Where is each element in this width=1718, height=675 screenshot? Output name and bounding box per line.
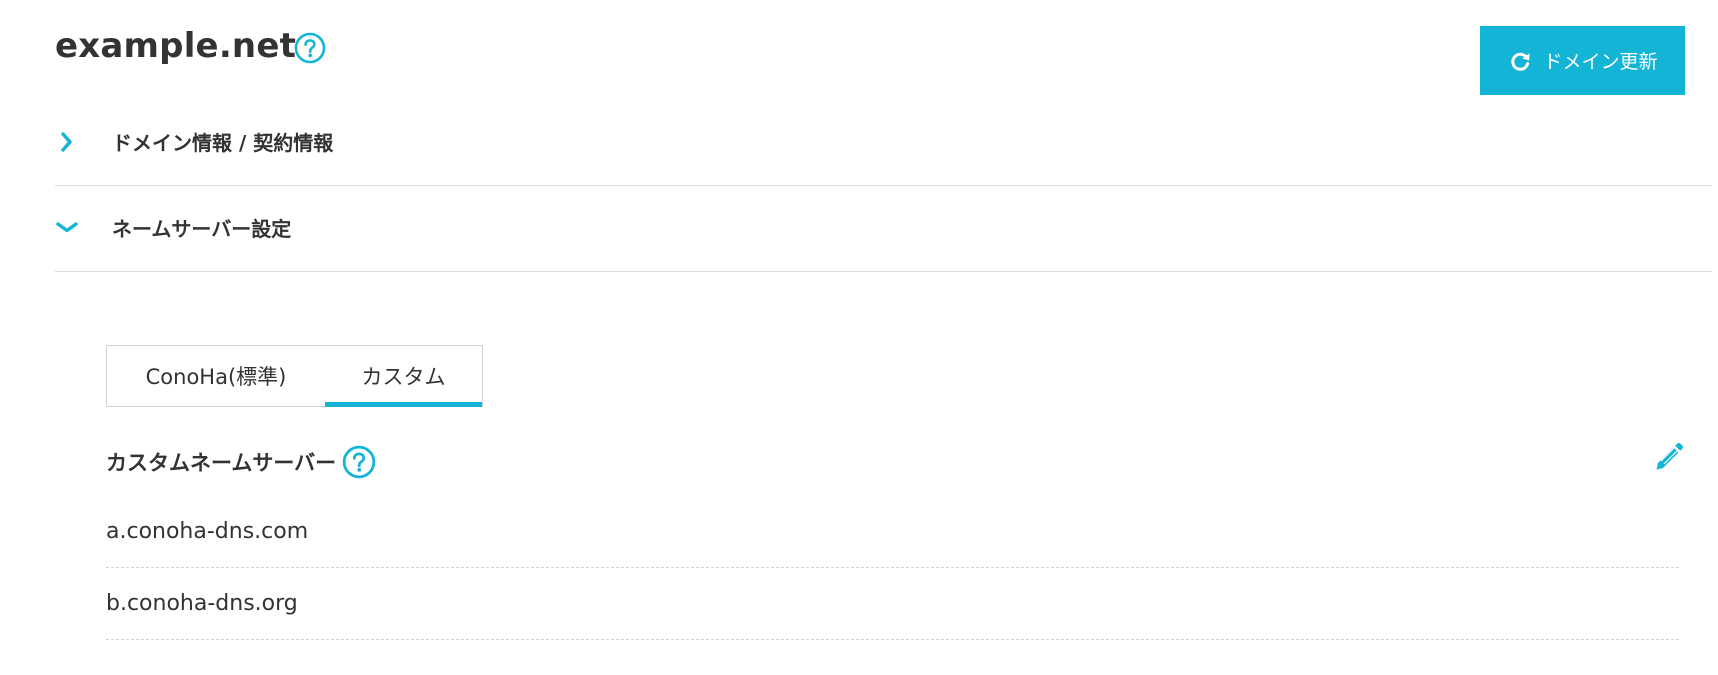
redo-arrow-icon (1507, 48, 1533, 74)
custom-nameserver-title: カスタムネームサーバー (106, 451, 337, 475)
renew-domain-button[interactable]: ドメイン更新 (1480, 26, 1685, 95)
nameserver-tabs: ConoHa(標準) カスタム (106, 345, 483, 407)
domain-detail-page: example.net ドメイン更新 ドメイン情報 / 契約情報 ネームサーバー… (0, 0, 1718, 675)
chevron-right-icon (55, 130, 79, 154)
section-nameserver-label: ネームサーバー設定 (112, 217, 292, 241)
tab-custom[interactable]: カスタム (325, 346, 482, 407)
chevron-down-icon (55, 216, 79, 240)
section-domain-info-label: ドメイン情報 / 契約情報 (112, 131, 334, 155)
section-domain-info[interactable]: ドメイン情報 / 契約情報 (55, 100, 1712, 186)
custom-nameserver-heading: カスタムネームサーバー (106, 442, 376, 482)
question-circle-icon[interactable] (294, 32, 326, 64)
nameserver-list: a.conoha-dns.com b.conoha-dns.org (106, 496, 1679, 640)
renew-button-label: ドメイン更新 (1543, 51, 1658, 73)
section-nameserver-settings[interactable]: ネームサーバー設定 (55, 186, 1712, 272)
nameserver-item: a.conoha-dns.com (106, 496, 1679, 568)
pencil-icon[interactable] (1652, 440, 1686, 474)
nameserver-item: b.conoha-dns.org (106, 568, 1679, 640)
tab-conoha-standard[interactable]: ConoHa(標準) (107, 346, 325, 406)
page-title: example.net (55, 26, 297, 66)
question-circle-icon[interactable] (342, 445, 376, 479)
